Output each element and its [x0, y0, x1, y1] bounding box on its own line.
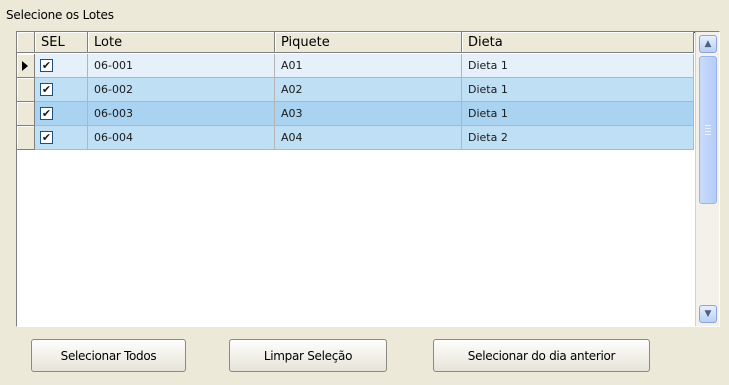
- lote-cell[interactable]: 06-004: [88, 126, 275, 150]
- current-row-pointer-icon: [22, 61, 28, 71]
- group-title: Selecione os Lotes: [6, 8, 114, 22]
- thumb-grip: [705, 128, 711, 129]
- row-selector[interactable]: [17, 126, 35, 150]
- header-corner: [17, 32, 35, 53]
- piquete-cell[interactable]: A03: [275, 102, 462, 126]
- grid-body: SEL Lote Piquete Dieta ✔ 06-001 A01 Diet…: [17, 32, 694, 326]
- column-header-lote[interactable]: Lote: [88, 32, 275, 53]
- thumb-grip: [705, 125, 711, 126]
- thumb-grip: [705, 131, 711, 132]
- dieta-cell[interactable]: Dieta 1: [462, 102, 694, 126]
- scroll-down-icon[interactable]: ▼: [699, 305, 717, 323]
- grid-header: SEL Lote Piquete Dieta: [17, 32, 694, 54]
- row-selector[interactable]: [17, 54, 35, 78]
- sel-cell[interactable]: ✔: [35, 54, 88, 78]
- lote-cell[interactable]: 06-001: [88, 54, 275, 78]
- select-previous-day-button[interactable]: Selecionar do dia anterior: [433, 339, 650, 372]
- dieta-cell[interactable]: Dieta 2: [462, 126, 694, 150]
- sel-cell[interactable]: ✔: [35, 78, 88, 102]
- piquete-cell[interactable]: A01: [275, 54, 462, 78]
- scrollbar-thumb[interactable]: [699, 56, 717, 204]
- sel-cell[interactable]: ✔: [35, 126, 88, 150]
- sel-checkbox[interactable]: ✔: [40, 131, 53, 144]
- row-selector[interactable]: [17, 78, 35, 102]
- column-header-sel[interactable]: SEL: [35, 32, 88, 53]
- vertical-scrollbar[interactable]: ▲ ▼: [695, 32, 719, 326]
- table-row[interactable]: ✔ 06-003 A03 Dieta 1: [17, 102, 694, 126]
- sel-checkbox[interactable]: ✔: [40, 59, 53, 72]
- dieta-cell[interactable]: Dieta 1: [462, 54, 694, 78]
- column-header-piquete[interactable]: Piquete: [275, 32, 462, 53]
- piquete-cell[interactable]: A04: [275, 126, 462, 150]
- scroll-up-icon[interactable]: ▲: [699, 35, 717, 53]
- lotes-grid[interactable]: SEL Lote Piquete Dieta ✔ 06-001 A01 Diet…: [16, 31, 720, 327]
- table-row[interactable]: ✔ 06-001 A01 Dieta 1: [17, 54, 694, 78]
- row-selector[interactable]: [17, 102, 35, 126]
- thumb-grip: [705, 134, 711, 135]
- dieta-cell[interactable]: Dieta 1: [462, 78, 694, 102]
- piquete-cell[interactable]: A02: [275, 78, 462, 102]
- sel-checkbox[interactable]: ✔: [40, 107, 53, 120]
- lote-cell[interactable]: 06-003: [88, 102, 275, 126]
- lote-cell[interactable]: 06-002: [88, 78, 275, 102]
- table-row[interactable]: ✔ 06-002 A02 Dieta 1: [17, 78, 694, 102]
- sel-checkbox[interactable]: ✔: [40, 83, 53, 96]
- table-row[interactable]: ✔ 06-004 A04 Dieta 2: [17, 126, 694, 150]
- sel-cell[interactable]: ✔: [35, 102, 88, 126]
- clear-selection-button[interactable]: Limpar Seleção: [229, 339, 387, 372]
- column-header-dieta[interactable]: Dieta: [462, 32, 694, 53]
- select-all-button[interactable]: Selecionar Todos: [31, 339, 186, 372]
